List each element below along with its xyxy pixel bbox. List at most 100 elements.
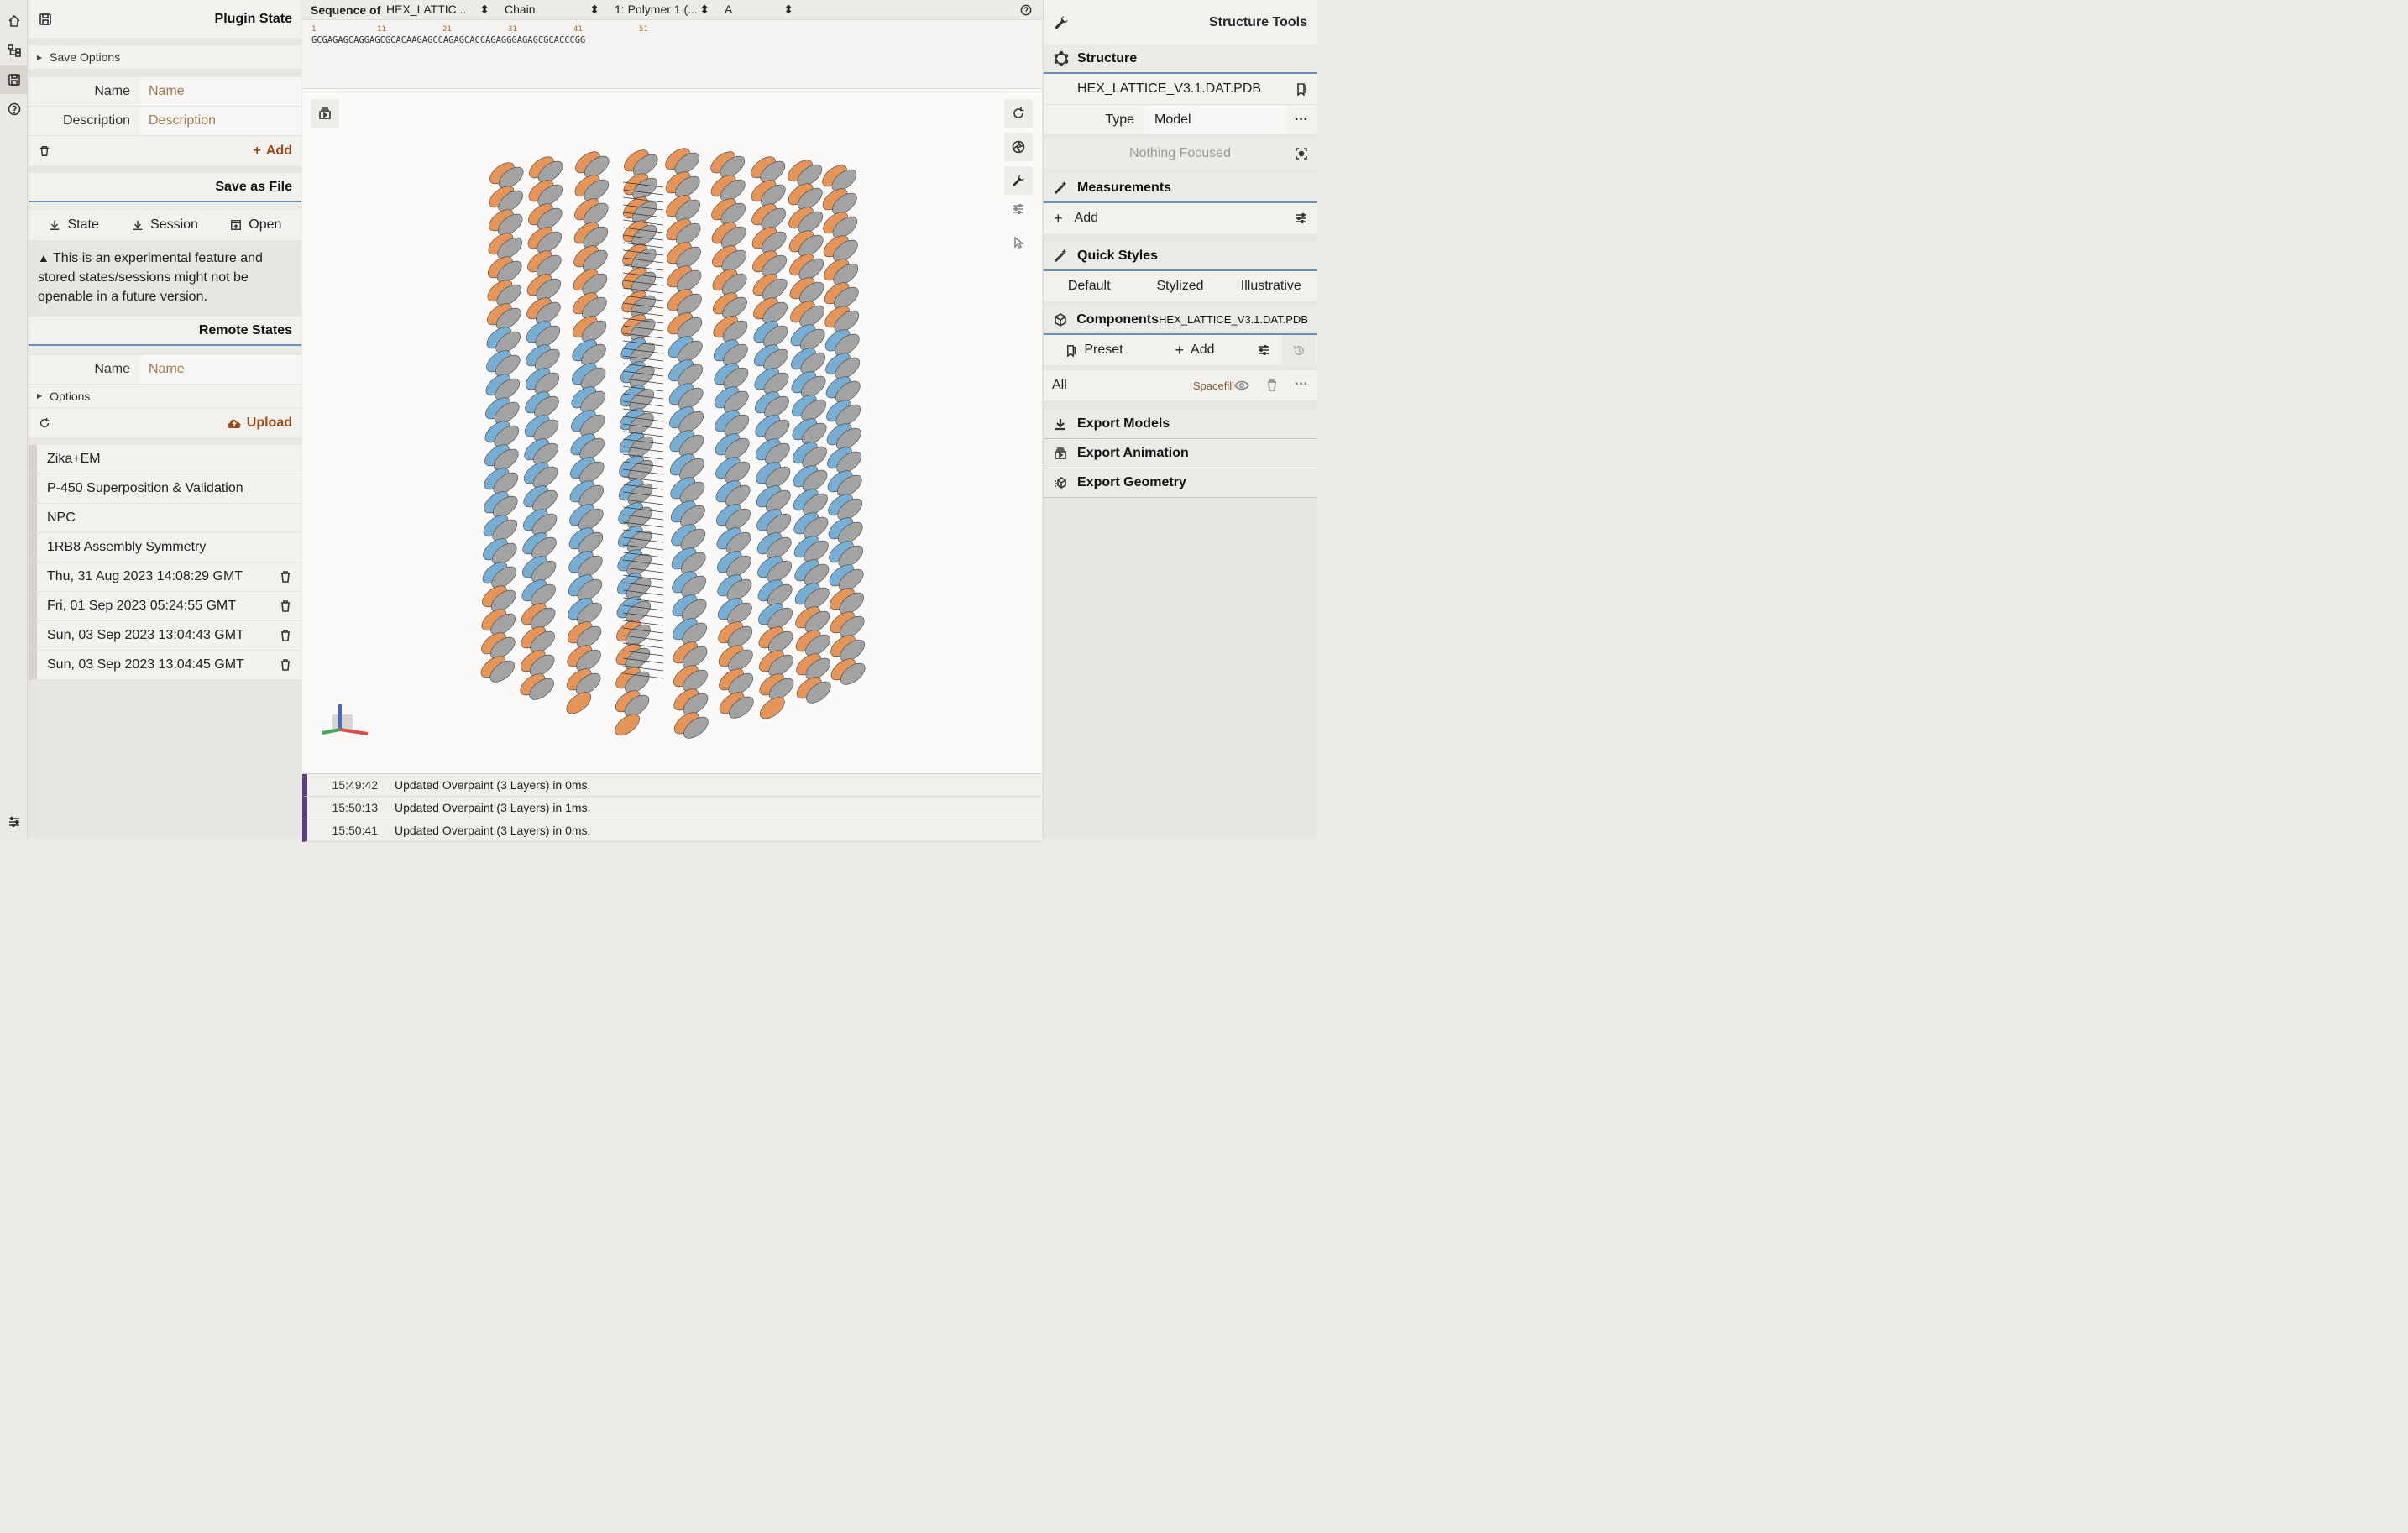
download-session-button[interactable]: Session [119,210,210,240]
trash-icon[interactable] [280,600,291,612]
structure-section-header[interactable]: Structure [1044,44,1317,74]
updown-icon: ⬍ [699,3,709,16]
state-tree-icon[interactable] [0,36,28,65]
3d-viewport[interactable] [302,90,1042,773]
more-options-icon[interactable]: ··· [1295,377,1308,392]
plus-icon: + [1175,341,1185,358]
component-all-row[interactable]: All Spacefill ··· [1044,370,1317,400]
list-item[interactable]: 1RB8 Assembly Symmetry [29,533,301,562]
history-button[interactable] [1282,335,1316,365]
sequence-view[interactable]: 1 11 21 31 41 51 GCGAGAGCAGGAGCGCACAAGAG… [302,20,1042,89]
settings-sliders-icon[interactable] [0,808,28,836]
measurements-section-header[interactable]: Measurements [1044,174,1317,203]
trash-icon[interactable] [39,144,50,158]
save-state-icon[interactable] [0,65,28,94]
representation-label[interactable]: Spacefill [1193,379,1234,392]
dna-origami-structure[interactable] [302,90,1042,773]
more-options-icon[interactable]: ··· [1286,112,1317,128]
export-geometry-section[interactable]: Export Geometry [1044,468,1317,498]
help-icon[interactable] [0,95,28,123]
focus-icon[interactable] [1295,147,1308,160]
style-default-button[interactable]: Default [1044,279,1134,294]
structure-tools-title: Structure Tools [1208,14,1307,29]
type-select[interactable]: Model [1144,105,1286,134]
description-label: Description [62,113,130,128]
remote-options-toggle[interactable]: ▶ Options [29,384,301,407]
name-input[interactable]: Name [140,77,301,106]
bookmark-icon[interactable] [1295,82,1308,96]
trash-icon[interactable] [280,659,291,671]
log-time: 15:50:41 [332,824,379,837]
trash-icon[interactable] [1267,379,1277,391]
sequence-residues[interactable]: GCGAGAGCAGGAGCGCACAAGAGCCAGAGCACCAGAGGGA… [311,35,1033,45]
mode-select[interactable]: Chain ⬍ [496,3,606,17]
plus-icon: + [1054,209,1063,227]
list-item[interactable]: Thu, 31 Aug 2023 14:08:29 GMT [29,562,301,592]
seq-number: 41 [573,25,583,34]
log-time: 15:49:42 [332,778,379,792]
plus-icon: + [253,143,261,158]
file-buttons: State Session Open [29,210,301,240]
components-options-button[interactable] [1245,343,1282,357]
components-section-header[interactable]: Components HEX_LATTICE_V3.1.DAT.PDB [1044,306,1317,335]
refresh-icon[interactable] [39,417,50,429]
export-models-section[interactable]: Export Models [1044,410,1317,439]
open-file-button[interactable]: Open [211,210,301,240]
experimental-warning: ▲ This is an experimental feature and st… [29,240,301,309]
log-message: Updated Overpaint (3 Layers) in 1ms. [395,801,591,814]
remote-name-input[interactable]: Name [140,355,301,384]
export-animation-title: Export Animation [1077,446,1189,460]
state-name: P-450 Superposition & Validation [47,481,243,495]
home-icon[interactable] [0,7,28,35]
animation-icon [1055,447,1066,459]
upload-button[interactable]: Upload [227,416,292,431]
sequence-help-icon[interactable] [1020,4,1032,16]
list-item[interactable]: Sun, 03 Sep 2023 13:04:45 GMT [29,651,301,680]
export-models-title: Export Models [1077,416,1170,431]
description-input[interactable]: Description [140,107,301,135]
style-stylized-button[interactable]: Stylized [1134,279,1225,294]
structure-select-row[interactable]: HEX_LATTICE_V3.1.DAT.PDB [1044,74,1317,104]
session-label: Session [150,217,198,232]
sequence-toolbar: Sequence of HEX_LATTIC... ⬍ Chain ⬍ 1: Pol… [302,0,1042,20]
bookmark-icon [1067,344,1076,357]
measurements-add-row[interactable]: + Add [1044,203,1317,233]
chain-select[interactable]: A ⬍ [716,3,800,17]
log-entry: 15:49:42 Updated Overpaint (3 Layers) in… [302,774,1042,797]
eye-icon[interactable] [1234,380,1249,390]
list-item[interactable]: P-450 Superposition & Validation [29,474,301,504]
nothing-focused-text: Nothing Focused [1129,146,1231,160]
type-row: Type Model ··· [1044,104,1317,134]
quick-styles-section-header[interactable]: Quick Styles [1044,242,1317,271]
style-illustrative-button[interactable]: Illustrative [1226,279,1317,294]
triangle-right-icon: ▶ [37,392,43,400]
list-item[interactable]: Fri, 01 Sep 2023 05:24:55 GMT [29,592,301,621]
name-label: Name [94,84,130,98]
preset-button[interactable]: Preset [1044,343,1144,358]
list-item[interactable]: Zika+EM [29,445,301,474]
save-options-toggle[interactable]: ▶ Save Options [29,45,301,69]
plugin-state-panel: Plugin State ▶ Save Options Name Name De… [29,0,301,838]
open-file-icon [231,220,242,230]
mode-select-value: Chain [505,3,536,16]
list-item[interactable]: Sun, 03 Sep 2023 13:04:43 GMT [29,621,301,651]
save-state-icon [39,13,51,25]
sliders-icon[interactable] [1295,212,1308,225]
add-state-button[interactable]: + Add [254,144,292,159]
state-name: NPC [47,510,76,525]
structure-section-title: Structure [1077,50,1138,65]
upload-label: Upload [246,415,292,430]
components-add-button[interactable]: + Add [1144,342,1245,359]
magic-wand-icon [1054,249,1067,263]
trash-icon[interactable] [280,571,291,583]
entity-select[interactable]: 1: Polymer 1 (... ⬍ [606,3,716,17]
seq-number: 1 [311,25,317,34]
structure-icon [1054,50,1069,66]
export-animation-section[interactable]: Export Animation [1044,439,1317,468]
trash-icon[interactable] [280,630,291,641]
open-label: Open [249,217,282,232]
structure-select[interactable]: HEX_LATTIC... ⬍ [386,3,496,17]
seq-number: 51 [639,25,648,34]
download-state-button[interactable]: State [29,210,119,240]
list-item[interactable]: NPC [29,504,301,533]
